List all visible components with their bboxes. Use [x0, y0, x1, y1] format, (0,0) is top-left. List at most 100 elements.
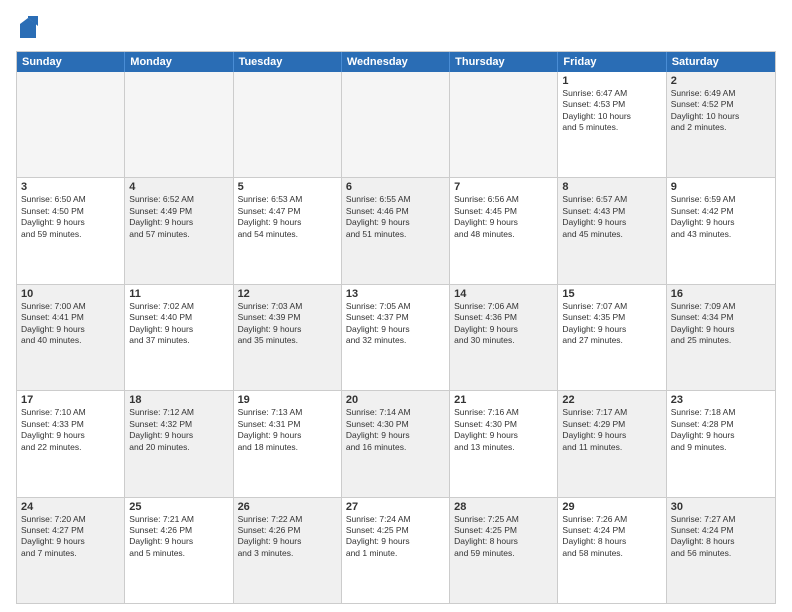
day-cell-4: 4Sunrise: 6:52 AM Sunset: 4:49 PM Daylig…: [125, 178, 233, 283]
day-number: 22: [562, 394, 661, 406]
empty-cell: [342, 72, 450, 177]
day-info: Sunrise: 7:06 AM Sunset: 4:36 PM Dayligh…: [454, 301, 553, 347]
day-info: Sunrise: 7:03 AM Sunset: 4:39 PM Dayligh…: [238, 301, 337, 347]
calendar-row-0: 1Sunrise: 6:47 AM Sunset: 4:53 PM Daylig…: [17, 72, 775, 178]
day-cell-11: 11Sunrise: 7:02 AM Sunset: 4:40 PM Dayli…: [125, 285, 233, 390]
day-cell-17: 17Sunrise: 7:10 AM Sunset: 4:33 PM Dayli…: [17, 391, 125, 496]
header-cell-monday: Monday: [125, 52, 233, 72]
header-cell-saturday: Saturday: [667, 52, 775, 72]
logo: [16, 16, 38, 45]
day-info: Sunrise: 7:00 AM Sunset: 4:41 PM Dayligh…: [21, 301, 120, 347]
logo-text: [16, 16, 38, 45]
day-cell-25: 25Sunrise: 7:21 AM Sunset: 4:26 PM Dayli…: [125, 498, 233, 603]
day-number: 24: [21, 501, 120, 513]
day-cell-5: 5Sunrise: 6:53 AM Sunset: 4:47 PM Daylig…: [234, 178, 342, 283]
day-number: 13: [346, 288, 445, 300]
logo-icon: [18, 16, 38, 40]
empty-cell: [234, 72, 342, 177]
day-number: 1: [562, 75, 661, 87]
day-info: Sunrise: 7:05 AM Sunset: 4:37 PM Dayligh…: [346, 301, 445, 347]
day-cell-15: 15Sunrise: 7:07 AM Sunset: 4:35 PM Dayli…: [558, 285, 666, 390]
day-cell-29: 29Sunrise: 7:26 AM Sunset: 4:24 PM Dayli…: [558, 498, 666, 603]
day-cell-8: 8Sunrise: 6:57 AM Sunset: 4:43 PM Daylig…: [558, 178, 666, 283]
day-cell-19: 19Sunrise: 7:13 AM Sunset: 4:31 PM Dayli…: [234, 391, 342, 496]
day-cell-2: 2Sunrise: 6:49 AM Sunset: 4:52 PM Daylig…: [667, 72, 775, 177]
day-cell-20: 20Sunrise: 7:14 AM Sunset: 4:30 PM Dayli…: [342, 391, 450, 496]
day-cell-14: 14Sunrise: 7:06 AM Sunset: 4:36 PM Dayli…: [450, 285, 558, 390]
calendar-row-3: 17Sunrise: 7:10 AM Sunset: 4:33 PM Dayli…: [17, 391, 775, 497]
day-number: 30: [671, 501, 771, 513]
day-info: Sunrise: 7:20 AM Sunset: 4:27 PM Dayligh…: [21, 514, 120, 560]
header-cell-thursday: Thursday: [450, 52, 558, 72]
header-cell-tuesday: Tuesday: [234, 52, 342, 72]
day-cell-27: 27Sunrise: 7:24 AM Sunset: 4:25 PM Dayli…: [342, 498, 450, 603]
day-info: Sunrise: 7:27 AM Sunset: 4:24 PM Dayligh…: [671, 514, 771, 560]
day-number: 9: [671, 181, 771, 193]
header-cell-sunday: Sunday: [17, 52, 125, 72]
day-number: 25: [129, 501, 228, 513]
day-info: Sunrise: 7:21 AM Sunset: 4:26 PM Dayligh…: [129, 514, 228, 560]
day-info: Sunrise: 7:13 AM Sunset: 4:31 PM Dayligh…: [238, 407, 337, 453]
day-info: Sunrise: 7:26 AM Sunset: 4:24 PM Dayligh…: [562, 514, 661, 560]
day-number: 4: [129, 181, 228, 193]
day-info: Sunrise: 7:22 AM Sunset: 4:26 PM Dayligh…: [238, 514, 337, 560]
day-info: Sunrise: 6:59 AM Sunset: 4:42 PM Dayligh…: [671, 194, 771, 240]
day-number: 3: [21, 181, 120, 193]
calendar-body: 1Sunrise: 6:47 AM Sunset: 4:53 PM Daylig…: [17, 72, 775, 603]
day-cell-26: 26Sunrise: 7:22 AM Sunset: 4:26 PM Dayli…: [234, 498, 342, 603]
header-cell-wednesday: Wednesday: [342, 52, 450, 72]
day-info: Sunrise: 7:24 AM Sunset: 4:25 PM Dayligh…: [346, 514, 445, 560]
calendar-header: SundayMondayTuesdayWednesdayThursdayFrid…: [17, 52, 775, 72]
day-number: 6: [346, 181, 445, 193]
day-cell-3: 3Sunrise: 6:50 AM Sunset: 4:50 PM Daylig…: [17, 178, 125, 283]
empty-cell: [450, 72, 558, 177]
header-cell-friday: Friday: [558, 52, 666, 72]
calendar: SundayMondayTuesdayWednesdayThursdayFrid…: [16, 51, 776, 604]
day-cell-18: 18Sunrise: 7:12 AM Sunset: 4:32 PM Dayli…: [125, 391, 233, 496]
day-info: Sunrise: 6:55 AM Sunset: 4:46 PM Dayligh…: [346, 194, 445, 240]
calendar-row-4: 24Sunrise: 7:20 AM Sunset: 4:27 PM Dayli…: [17, 498, 775, 603]
day-cell-9: 9Sunrise: 6:59 AM Sunset: 4:42 PM Daylig…: [667, 178, 775, 283]
day-number: 23: [671, 394, 771, 406]
day-cell-1: 1Sunrise: 6:47 AM Sunset: 4:53 PM Daylig…: [558, 72, 666, 177]
day-cell-30: 30Sunrise: 7:27 AM Sunset: 4:24 PM Dayli…: [667, 498, 775, 603]
day-info: Sunrise: 7:02 AM Sunset: 4:40 PM Dayligh…: [129, 301, 228, 347]
day-number: 2: [671, 75, 771, 87]
day-number: 26: [238, 501, 337, 513]
day-number: 8: [562, 181, 661, 193]
day-info: Sunrise: 7:12 AM Sunset: 4:32 PM Dayligh…: [129, 407, 228, 453]
day-cell-6: 6Sunrise: 6:55 AM Sunset: 4:46 PM Daylig…: [342, 178, 450, 283]
day-number: 18: [129, 394, 228, 406]
day-number: 14: [454, 288, 553, 300]
day-cell-23: 23Sunrise: 7:18 AM Sunset: 4:28 PM Dayli…: [667, 391, 775, 496]
day-cell-7: 7Sunrise: 6:56 AM Sunset: 4:45 PM Daylig…: [450, 178, 558, 283]
day-info: Sunrise: 7:10 AM Sunset: 4:33 PM Dayligh…: [21, 407, 120, 453]
day-cell-28: 28Sunrise: 7:25 AM Sunset: 4:25 PM Dayli…: [450, 498, 558, 603]
day-info: Sunrise: 6:50 AM Sunset: 4:50 PM Dayligh…: [21, 194, 120, 240]
day-number: 12: [238, 288, 337, 300]
day-cell-21: 21Sunrise: 7:16 AM Sunset: 4:30 PM Dayli…: [450, 391, 558, 496]
empty-cell: [125, 72, 233, 177]
day-cell-16: 16Sunrise: 7:09 AM Sunset: 4:34 PM Dayli…: [667, 285, 775, 390]
day-info: Sunrise: 6:49 AM Sunset: 4:52 PM Dayligh…: [671, 88, 771, 134]
day-info: Sunrise: 6:57 AM Sunset: 4:43 PM Dayligh…: [562, 194, 661, 240]
day-info: Sunrise: 7:25 AM Sunset: 4:25 PM Dayligh…: [454, 514, 553, 560]
day-info: Sunrise: 7:18 AM Sunset: 4:28 PM Dayligh…: [671, 407, 771, 453]
day-number: 20: [346, 394, 445, 406]
day-number: 7: [454, 181, 553, 193]
day-info: Sunrise: 7:07 AM Sunset: 4:35 PM Dayligh…: [562, 301, 661, 347]
calendar-row-1: 3Sunrise: 6:50 AM Sunset: 4:50 PM Daylig…: [17, 178, 775, 284]
day-info: Sunrise: 7:17 AM Sunset: 4:29 PM Dayligh…: [562, 407, 661, 453]
day-cell-10: 10Sunrise: 7:00 AM Sunset: 4:41 PM Dayli…: [17, 285, 125, 390]
day-number: 19: [238, 394, 337, 406]
day-cell-24: 24Sunrise: 7:20 AM Sunset: 4:27 PM Dayli…: [17, 498, 125, 603]
day-info: Sunrise: 7:14 AM Sunset: 4:30 PM Dayligh…: [346, 407, 445, 453]
day-cell-22: 22Sunrise: 7:17 AM Sunset: 4:29 PM Dayli…: [558, 391, 666, 496]
calendar-row-2: 10Sunrise: 7:00 AM Sunset: 4:41 PM Dayli…: [17, 285, 775, 391]
day-number: 5: [238, 181, 337, 193]
day-number: 11: [129, 288, 228, 300]
day-cell-13: 13Sunrise: 7:05 AM Sunset: 4:37 PM Dayli…: [342, 285, 450, 390]
empty-cell: [17, 72, 125, 177]
day-number: 21: [454, 394, 553, 406]
header: [16, 12, 776, 45]
